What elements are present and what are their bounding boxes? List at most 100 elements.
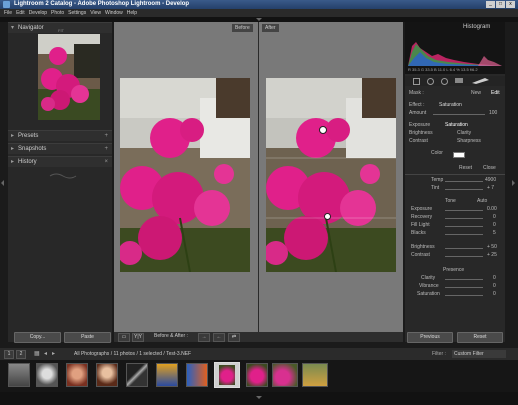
bottom-panel-toggle-icon[interactable]: [256, 396, 262, 399]
tint-label: Tint: [431, 185, 440, 191]
brush-effect-saturation[interactable]: Saturation: [445, 122, 468, 129]
before-photo[interactable]: [120, 78, 250, 272]
mask-new-button[interactable]: New: [471, 90, 481, 97]
filmstrip-thumbnail[interactable]: [156, 363, 178, 387]
top-panel-toggle-icon[interactable]: [256, 18, 262, 21]
blacks-slider[interactable]: [445, 234, 483, 235]
menu-file[interactable]: File: [4, 10, 12, 16]
adjustment-brush-icon[interactable]: [471, 77, 491, 84]
menu-photo[interactable]: Photo: [51, 10, 64, 16]
fill-light-slider[interactable]: [445, 226, 483, 227]
recovery-slider[interactable]: [445, 218, 483, 219]
add-snapshot-icon[interactable]: +: [104, 144, 108, 154]
filmstrip-thumbnail[interactable]: [66, 363, 88, 387]
minimize-button[interactable]: _: [486, 1, 495, 8]
saturation-slider[interactable]: [445, 295, 483, 296]
before-after-label: Before & After :: [154, 333, 188, 339]
navigator-preview[interactable]: [38, 34, 100, 120]
crop-tool-icon[interactable]: [413, 78, 420, 85]
loupe-view-icon[interactable]: ▭: [118, 333, 130, 342]
brush-pin-icon[interactable]: [319, 126, 327, 134]
exposure-slider[interactable]: [445, 210, 483, 211]
menu-view[interactable]: View: [90, 10, 101, 16]
amount-slider[interactable]: [433, 114, 485, 115]
spot-removal-icon[interactable]: [427, 78, 434, 85]
previous-button[interactable]: Previous: [407, 332, 453, 343]
filmstrip: [0, 360, 518, 392]
forward-arrow-icon[interactable]: ▸: [52, 350, 55, 357]
vibrance-slider[interactable]: [445, 287, 483, 288]
copy-before-to-after-icon[interactable]: →: [198, 333, 210, 342]
title-bar: Lightroom 2 Catalog - Adobe Photoshop Li…: [0, 0, 518, 9]
menu-settings[interactable]: Settings: [68, 10, 86, 16]
recovery-label: Recovery: [411, 214, 433, 220]
swap-before-after-icon[interactable]: ⇄: [228, 333, 240, 342]
tint-slider[interactable]: [445, 189, 483, 190]
presence-header: Presence: [405, 267, 505, 274]
close-window-button[interactable]: x: [506, 1, 515, 8]
clear-history-icon[interactable]: ×: [104, 157, 108, 167]
grid-view-icon[interactable]: ▦: [34, 350, 40, 357]
filter-select[interactable]: Custom Filter: [452, 350, 506, 358]
mask-edit-button[interactable]: Edit: [491, 90, 500, 97]
add-preset-icon[interactable]: +: [104, 131, 108, 141]
brush-effect-contrast[interactable]: Contrast: [409, 138, 428, 145]
history-header[interactable]: ▸ History ×: [8, 156, 112, 167]
filmstrip-thumbnail[interactable]: [96, 363, 118, 387]
red-eye-icon[interactable]: [441, 78, 448, 85]
back-arrow-icon[interactable]: ◂: [44, 350, 47, 357]
filmstrip-thumbnail[interactable]: [8, 363, 30, 387]
brush-effect-sharpness[interactable]: Sharpness: [457, 138, 481, 145]
auto-tone-button[interactable]: Auto: [477, 198, 487, 205]
brush-effect-clarity[interactable]: Clarity: [457, 130, 471, 137]
split-divider: [258, 22, 259, 332]
filmstrip-thumbnail[interactable]: [186, 363, 208, 387]
menu-edit[interactable]: Edit: [16, 10, 25, 16]
bottom-panel-toggle-strip[interactable]: [0, 392, 518, 405]
brightness-slider[interactable]: [445, 248, 483, 249]
filmstrip-thumbnail[interactable]: [272, 363, 298, 387]
paste-button[interactable]: Paste: [64, 332, 111, 343]
exposure-row: Exposure 0.00: [405, 206, 505, 213]
temp-value: 4900: [485, 177, 497, 183]
clarity-slider[interactable]: [445, 279, 483, 280]
navigator-header[interactable]: ▾ Navigator FIT: [8, 22, 112, 33]
filmstrip-thumbnail[interactable]: [36, 363, 58, 387]
after-photo[interactable]: [266, 78, 396, 272]
filmstrip-thumbnail-selected[interactable]: [214, 362, 240, 388]
effect-select[interactable]: Saturation: [439, 102, 462, 109]
color-swatch[interactable]: [453, 152, 465, 158]
temp-slider[interactable]: [445, 181, 483, 182]
right-panel-toggle-icon[interactable]: [512, 180, 515, 186]
contrast-slider[interactable]: [445, 256, 483, 257]
brush-pin-icon[interactable]: [324, 213, 331, 220]
blacks-value: 5: [493, 230, 496, 236]
reset-button[interactable]: Reset: [457, 332, 503, 343]
menu-develop[interactable]: Develop: [29, 10, 47, 16]
snapshots-header[interactable]: ▸ Snapshots +: [8, 143, 112, 154]
brightness-value: + 50: [487, 244, 497, 250]
filmstrip-thumbnail[interactable]: [246, 363, 268, 387]
page-2-button[interactable]: 2: [16, 350, 26, 359]
main-image-view[interactable]: Before After: [114, 22, 403, 332]
before-after-view-icon[interactable]: Y|Y: [132, 333, 144, 342]
histogram-panel[interactable]: Histogram R 35.3 G 33.5 B 11.0 L 6.4 % 1…: [405, 22, 505, 74]
menu-window[interactable]: Window: [105, 10, 123, 16]
filmstrip-thumbnail[interactable]: [126, 363, 148, 387]
graduated-filter-icon[interactable]: [455, 78, 463, 83]
filmstrip-bar: 1 2 ▦ ◂ ▸ All Photographs / 11 photos / …: [0, 348, 518, 360]
filmstrip-thumbnail[interactable]: [302, 363, 328, 387]
left-panel-toggle-icon[interactable]: [1, 180, 4, 186]
mask-label: Mask :: [409, 90, 424, 96]
menu-help[interactable]: Help: [127, 10, 137, 16]
copy-button[interactable]: Copy...: [14, 332, 61, 343]
source-path[interactable]: All Photographs / 11 photos / 1 selected…: [74, 351, 191, 357]
presets-header[interactable]: ▸ Presets +: [8, 130, 112, 141]
brush-effect-brightness[interactable]: Brightness: [409, 130, 433, 137]
copy-after-to-before-icon[interactable]: ←: [213, 333, 225, 342]
brush-close-button[interactable]: Close: [483, 165, 496, 172]
brush-effect-exposure[interactable]: Exposure: [409, 122, 430, 129]
page-1-button[interactable]: 1: [4, 350, 14, 359]
maximize-button[interactable]: □: [496, 1, 505, 8]
brush-reset-button[interactable]: Reset: [459, 165, 472, 172]
